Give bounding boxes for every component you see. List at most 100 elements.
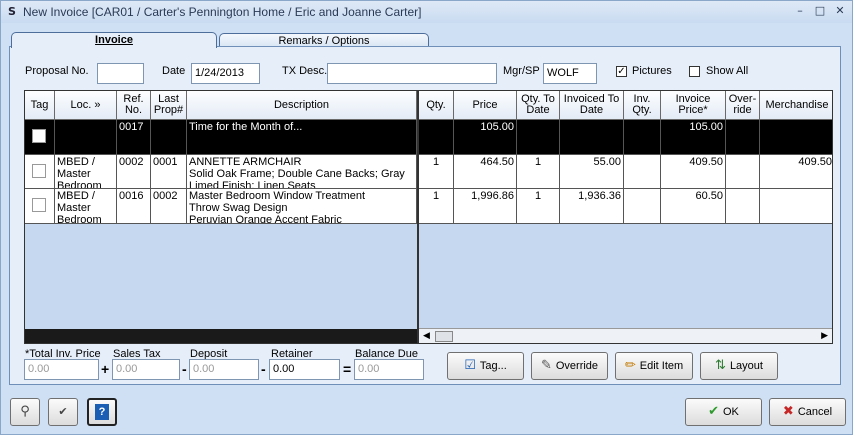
row1-price[interactable]: 464.50 [454,155,517,189]
search-button[interactable]: ⚲ [10,398,40,426]
app-icon[interactable]: S [5,5,19,19]
magnifier-icon: ⚲ [20,404,30,419]
row0-ref[interactable]: 0017 [117,120,151,155]
row0-tag-checkbox[interactable] [32,129,46,143]
row1-last-prop[interactable]: 0001 [151,155,187,189]
items-grid-right: Qty. Price Qty. To Date Invoiced To Date… [418,90,833,344]
proposal-input[interactable] [97,63,144,84]
row1-invoice-price[interactable]: 409.50 [661,155,726,189]
row2-last-prop[interactable]: 0002 [151,189,187,224]
row1-ref[interactable]: 0002 [117,155,151,189]
edit-pencil-icon: ✏ [624,358,636,373]
col-description-header[interactable]: Description [187,91,417,120]
balance-due-input: 0.00 [354,359,424,380]
show-all-checkbox[interactable] [689,66,700,77]
minus-operator-1: - [182,361,187,377]
col-price-header[interactable]: Price [454,91,517,120]
row0-qty[interactable] [419,120,454,155]
col-ref-header[interactable]: Ref. No. [117,91,151,120]
row2-qty-to-date[interactable]: 1 [517,189,560,224]
pictures-checkbox[interactable]: ✓ [616,66,627,77]
row2-merchandise[interactable] [760,189,832,224]
override-pencil-icon: ✎ [540,358,552,373]
tx-desc-input[interactable] [327,63,497,84]
col-override-header[interactable]: Over-ride [726,91,760,120]
cancel-button[interactable]: ✖ Cancel [769,398,846,426]
row2-price[interactable]: 1,996.86 [454,189,517,224]
row2-description[interactable]: Master Bedroom Window Treatment Throw Sw… [187,189,417,224]
row0-tag-cell[interactable] [25,120,55,155]
col-tag-header[interactable]: Tag [25,91,55,120]
row1-override[interactable] [726,155,760,189]
row1-tag-checkbox[interactable] [32,164,46,178]
row0-invoiced-to-date[interactable] [560,120,624,155]
col-invoice-price-header[interactable]: Invoice Price* [661,91,726,120]
row1-inv-qty[interactable] [624,155,661,189]
left-grid-footer [25,329,417,343]
row0-override[interactable] [726,120,760,155]
scroll-right-arrow-icon[interactable]: ▶ [821,329,828,343]
mgr-sp-label: Mgr/SP [503,65,540,77]
ok-button[interactable]: ✔ OK [685,398,762,426]
row2-qty[interactable]: 1 [419,189,454,224]
row1-qty[interactable]: 1 [419,155,454,189]
mgr-sp-input[interactable]: WOLF [543,63,597,84]
row0-inv-qty[interactable] [624,120,661,155]
row1-tag-cell[interactable] [25,155,55,189]
override-button-label: Override [555,360,599,372]
row2-loc[interactable]: MBED / Master Bedroom [55,189,117,224]
row2-override[interactable] [726,189,760,224]
col-last-prop-header[interactable]: Last Prop# [151,91,187,120]
row2-invoice-price[interactable]: 60.50 [661,189,726,224]
date-input[interactable]: 1/24/2013 [191,63,260,84]
row1-qty-to-date[interactable]: 1 [517,155,560,189]
row0-merchandise[interactable] [760,120,832,155]
row2-tag-cell[interactable] [25,189,55,224]
row0-invoice-price[interactable]: 105.00 [661,120,726,155]
row0-qty-to-date[interactable] [517,120,560,155]
row0-price[interactable]: 105.00 [454,120,517,155]
row1-merchandise[interactable]: 409.50 [760,155,832,189]
col-qty-to-date-header[interactable]: Qty. To Date [517,91,560,120]
tag-button-label: Tag... [479,360,507,372]
override-button[interactable]: ✎ Override [531,352,608,380]
tab-invoice[interactable]: Invoice [11,32,217,48]
edit-item-button[interactable]: ✏ Edit Item [615,352,693,380]
horizontal-scrollbar[interactable]: ◀ ▶ [419,328,832,343]
close-button[interactable]: ✕ [831,4,849,18]
row0-last-prop[interactable] [151,120,187,155]
minimize-button[interactable]: – [791,4,809,18]
row0-loc[interactable] [55,120,117,155]
spellcheck-button[interactable]: ✔ [48,398,78,426]
tag-button[interactable]: ☑ Tag... [447,352,524,380]
maximize-button[interactable]: □ [811,4,829,18]
spellcheck-icon: ✔ [58,405,68,418]
layout-button[interactable]: ⇅ Layout [700,352,778,380]
ok-button-label: OK [723,406,739,418]
sales-tax-input: 0.00 [112,359,180,380]
row2-tag-checkbox[interactable] [32,198,46,212]
layout-button-label: Layout [729,360,763,372]
col-qty-header[interactable]: Qty. [419,91,454,120]
row2-invoiced-to-date[interactable]: 1,936.36 [560,189,624,224]
scrollbar-thumb[interactable] [435,331,453,342]
row1-invoiced-to-date[interactable]: 55.00 [560,155,624,189]
cancel-x-icon: ✖ [782,404,794,419]
retainer-input[interactable]: 0.00 [269,359,340,380]
tx-desc-label: TX Desc. [282,65,328,77]
row2-inv-qty[interactable] [624,189,661,224]
row1-description[interactable]: ANNETTE ARMCHAIR Solid Oak Frame; Double… [187,155,417,189]
col-merchandise-header[interactable]: Merchandise [760,91,832,120]
row0-description[interactable]: Time for the Month of... [187,120,417,155]
total-inv-price-input: 0.00 [24,359,99,380]
row2-ref[interactable]: 0016 [117,189,151,224]
col-inv-qty-header[interactable]: Inv. Qty. [624,91,661,120]
show-all-label: Show All [706,65,749,77]
help-button[interactable]: ? [87,398,117,426]
row1-loc[interactable]: MBED / Master Bedroom [55,155,117,189]
pictures-label: Pictures [632,65,672,77]
scroll-left-arrow-icon[interactable]: ◀ [423,329,430,343]
window-title: New Invoice [CAR01 / Carter's Pennington… [23,5,422,19]
col-loc-header[interactable]: Loc. » [55,91,117,120]
col-invoiced-to-date-header[interactable]: Invoiced To Date [560,91,624,120]
